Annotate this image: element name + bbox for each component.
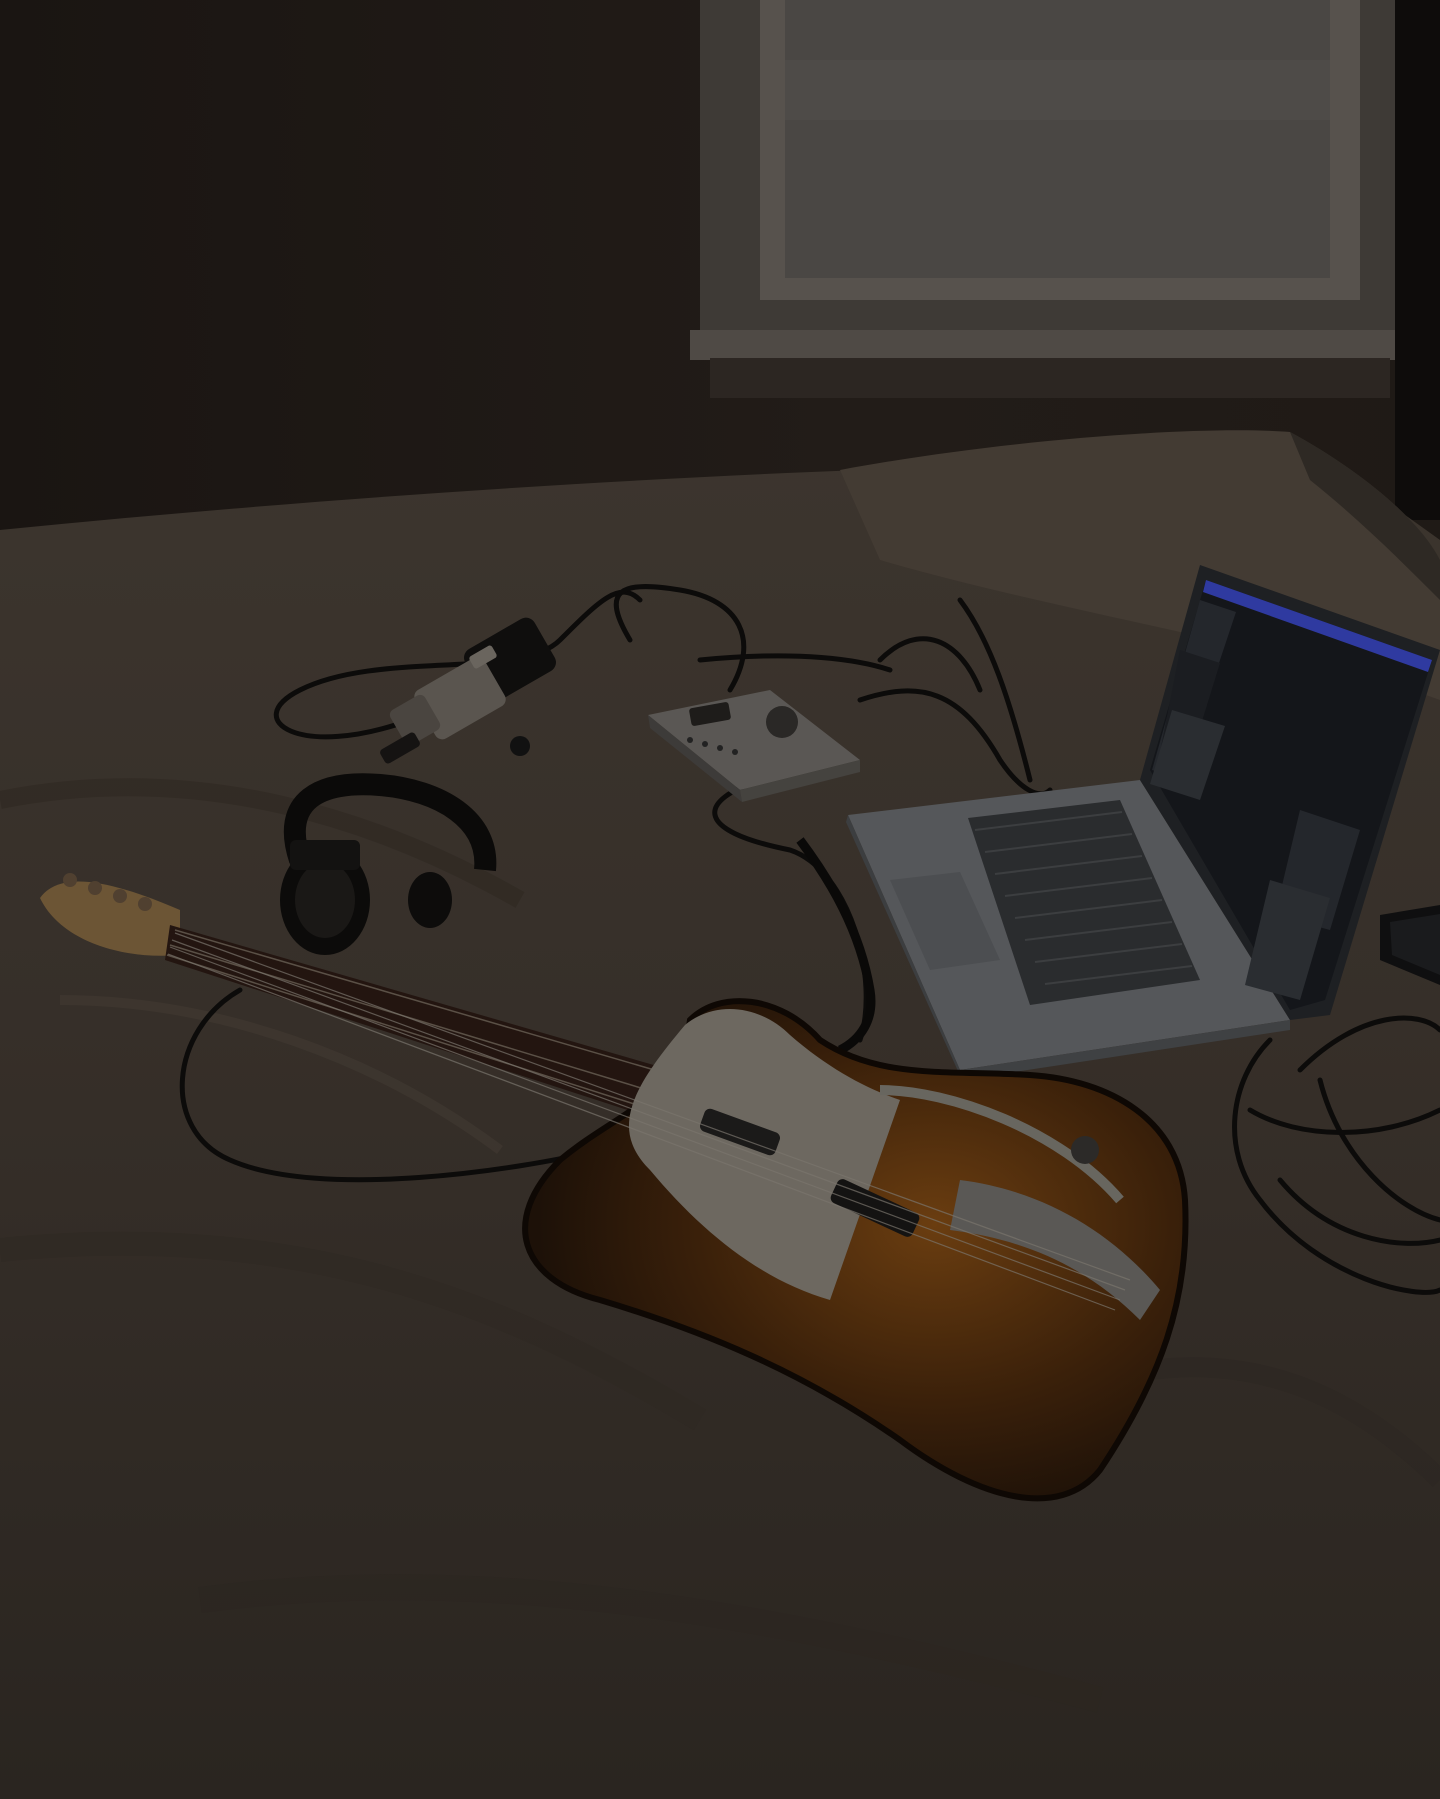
photo — [0, 0, 1440, 1799]
photo-scene — [0, 0, 1440, 1799]
curtain — [1395, 0, 1440, 520]
window — [690, 0, 1410, 398]
